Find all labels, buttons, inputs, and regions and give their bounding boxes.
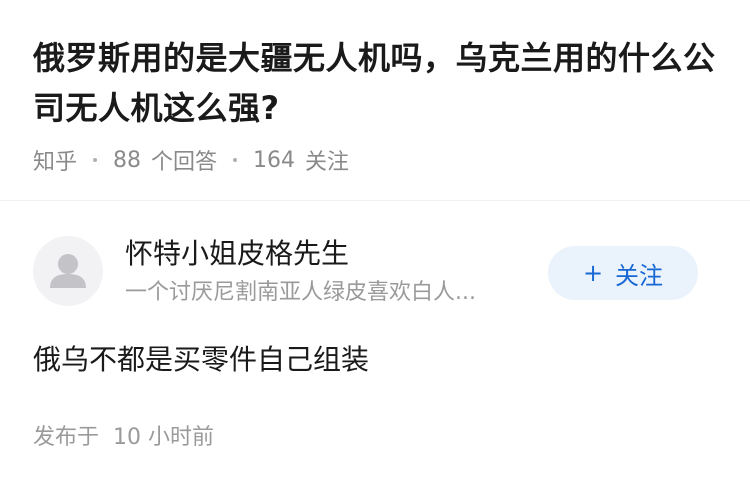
section-divider	[0, 200, 750, 201]
followers-label: 关注	[305, 150, 350, 175]
question-meta: 知乎 88 个回答 164 关注	[33, 144, 349, 176]
author-name[interactable]: 怀特小姐皮格先生	[125, 236, 349, 272]
question-title[interactable]: 俄罗斯用的是大疆无人机吗，乌克兰用的什么公司无人机这么强?	[33, 33, 723, 133]
published-label: 发布于	[33, 425, 100, 450]
follow-button[interactable]: + 关注	[548, 246, 698, 300]
author-bio: 一个讨厌尼割南亚人绿皮喜欢白人...	[125, 280, 476, 305]
followers-count: 164	[253, 147, 296, 173]
plus-icon: +	[582, 259, 604, 287]
user-avatar-icon	[50, 254, 86, 288]
separator-dot	[93, 158, 98, 162]
separator-dot	[233, 158, 238, 162]
answers-count: 88	[113, 147, 142, 173]
published-time: 10 小时前	[113, 425, 215, 450]
answer-content[interactable]: 俄乌不都是买零件自己组装	[33, 340, 369, 380]
source-label[interactable]: 知乎	[33, 144, 77, 176]
author-avatar[interactable]	[33, 236, 103, 306]
answer-page: 俄罗斯用的是大疆无人机吗，乌克兰用的什么公司无人机这么强? 知乎 88 个回答 …	[0, 0, 750, 490]
answer-published: 发布于 10 小时前	[33, 422, 214, 454]
question-header: 俄罗斯用的是大疆无人机吗，乌克兰用的什么公司无人机这么强?	[33, 33, 723, 133]
follow-button-label: 关注	[615, 261, 664, 290]
answers-label: 个回答	[151, 150, 218, 175]
